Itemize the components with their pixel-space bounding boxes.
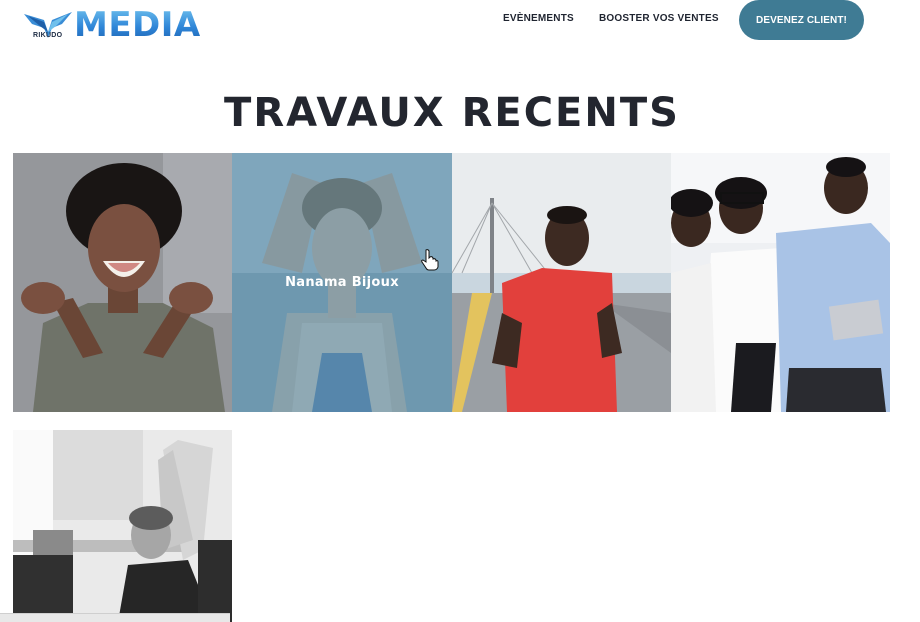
portfolio-item-title[interactable]: Nanama Bijoux xyxy=(285,275,399,290)
man-running-bridge-photo xyxy=(452,153,671,412)
nav-link-evenements[interactable]: EVÈNEMENTS xyxy=(503,13,574,24)
portfolio-item-1[interactable] xyxy=(13,153,232,412)
portfolio-item-4[interactable] xyxy=(671,153,890,412)
portfolio-item-5[interactable] xyxy=(13,430,232,622)
site-logo[interactable]: RIKUDO MEDIA xyxy=(22,5,200,45)
logo-text: MEDIA xyxy=(74,5,201,45)
business-team-tablet-photo xyxy=(671,153,890,412)
woman-pointing-photo xyxy=(13,153,232,412)
logo-subtitle: RIKUDO xyxy=(33,32,63,39)
section-title: TRAVAUX RECENTS xyxy=(224,90,680,136)
nav-link-booster-vos-ventes[interactable]: BOOSTER VOS VENTES xyxy=(599,13,719,24)
hand-pointer-cursor-icon xyxy=(421,249,439,271)
portfolio-item-3[interactable] xyxy=(452,153,671,412)
devenez-client-button[interactable]: DEVENEZ CLIENT! xyxy=(739,0,864,40)
browser-status-bar xyxy=(0,613,230,622)
portfolio-hover-overlay[interactable]: Nanama Bijoux xyxy=(232,153,452,412)
man-stretching-office-photo xyxy=(13,430,232,622)
site-header: RIKUDO MEDIA EVÈNEMENTS BOOSTER VOS VENT… xyxy=(0,0,920,45)
portfolio-item-2[interactable]: Nanama Bijoux xyxy=(232,153,452,412)
